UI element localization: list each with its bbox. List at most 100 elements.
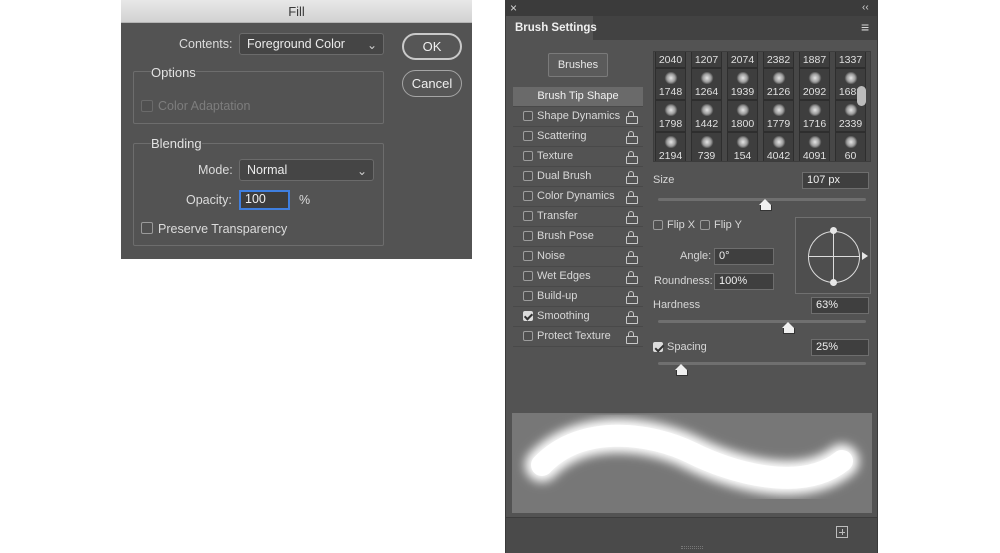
dialog-title: Fill	[121, 0, 472, 23]
brush-tip-cell[interactable]: 2074	[727, 52, 758, 68]
spacing-checkbox[interactable]	[653, 342, 663, 352]
lock-icon[interactable]	[626, 251, 638, 264]
brushes-button[interactable]: Brushes	[548, 53, 608, 77]
tab-brush-settings[interactable]: Brush Settings	[506, 16, 597, 40]
roundness-handle-bottom[interactable]	[830, 279, 837, 286]
cancel-button[interactable]: Cancel	[402, 70, 462, 97]
side-item[interactable]: Brush Pose	[513, 227, 643, 247]
angle-arrow-icon[interactable]	[862, 252, 868, 260]
side-item[interactable]: Dual Brush	[513, 167, 643, 187]
brush-tip-cell[interactable]: 1800	[727, 100, 758, 132]
lock-icon[interactable]	[626, 151, 638, 164]
angle-roundness-widget[interactable]	[795, 217, 871, 294]
brush-tip-cell[interactable]: 2040	[655, 52, 686, 68]
side-item-checkbox[interactable]	[523, 171, 533, 181]
side-item[interactable]: Build-up	[513, 287, 643, 307]
side-item[interactable]: Scattering	[513, 127, 643, 147]
lock-icon[interactable]	[626, 171, 638, 184]
angle-label: Angle:	[680, 250, 712, 262]
mode-dropdown[interactable]: Normal ⌄	[239, 159, 374, 181]
flip-y-checkbox[interactable]	[700, 220, 710, 230]
size-input[interactable]: 107 px	[802, 172, 869, 189]
tip-grid-scrollbar[interactable]	[857, 86, 866, 106]
side-item-checkbox[interactable]	[523, 211, 533, 221]
side-item-checkbox[interactable]	[523, 111, 533, 121]
brush-tip-cell[interactable]: 1779	[763, 100, 794, 132]
roundness-handle-top[interactable]	[830, 227, 837, 234]
side-item-checkbox[interactable]	[523, 231, 533, 241]
side-item-checkbox[interactable]	[523, 151, 533, 161]
color-adaptation-checkbox[interactable]	[141, 100, 153, 112]
lock-icon[interactable]	[626, 271, 638, 284]
side-item-checkbox[interactable]	[523, 271, 533, 281]
brush-tip-thumbnail	[772, 51, 786, 52]
brush-tip-cell[interactable]: 4091	[799, 132, 830, 161]
side-item-checkbox[interactable]	[523, 311, 533, 321]
spacing-input[interactable]: 25%	[811, 339, 869, 356]
new-brush-preset-icon[interactable]	[836, 526, 848, 538]
opacity-input[interactable]: 100	[239, 190, 290, 210]
hardness-slider-knob[interactable]	[782, 322, 795, 334]
side-item-brush-tip-shape[interactable]: Brush Tip Shape	[513, 87, 643, 107]
close-icon[interactable]: ×	[510, 2, 517, 14]
resize-grip[interactable]	[681, 546, 703, 549]
hardness-label: Hardness	[653, 299, 701, 311]
roundness-input[interactable]: 100%	[714, 273, 774, 290]
brush-tip-cell[interactable]: 1748	[655, 68, 686, 100]
side-item[interactable]: Smoothing	[513, 307, 643, 327]
lock-icon[interactable]	[626, 211, 638, 224]
lock-icon[interactable]	[626, 131, 638, 144]
angle-axis-horizontal	[808, 256, 860, 257]
brush-tip-cell[interactable]: 1207	[691, 51, 722, 68]
side-item[interactable]: Transfer	[513, 207, 643, 227]
brush-tip-cell[interactable]: 60	[835, 132, 866, 161]
side-item-checkbox[interactable]	[523, 291, 533, 301]
side-item-checkbox[interactable]	[523, 191, 533, 201]
brush-tip-cell[interactable]: 4042	[763, 132, 794, 161]
hardness-input[interactable]: 63%	[811, 297, 869, 314]
brush-tip-cell[interactable]: 1716	[799, 100, 830, 132]
side-item[interactable]: Noise	[513, 247, 643, 267]
angle-axis-vertical	[833, 231, 834, 283]
side-item[interactable]: Shape Dynamics	[513, 107, 643, 127]
roundness-label: Roundness:	[654, 275, 713, 287]
panel-menu-icon[interactable]: ≡	[861, 20, 869, 34]
brush-tip-cell[interactable]: 739	[691, 132, 722, 161]
hardness-slider-track[interactable]	[658, 320, 866, 323]
size-slider-knob[interactable]	[759, 199, 772, 211]
side-item[interactable]: Color Dynamics	[513, 187, 643, 207]
brush-tip-cell[interactable]: 1798	[655, 100, 686, 132]
brush-tip-cell[interactable]: 154	[727, 132, 758, 161]
side-item[interactable]: Wet Edges	[513, 267, 643, 287]
lock-icon[interactable]	[626, 291, 638, 304]
brush-tip-cell[interactable]: 2092	[799, 68, 830, 100]
ok-button[interactable]: OK	[402, 33, 462, 60]
brush-tip-cell[interactable]: 1264	[691, 68, 722, 100]
brush-tip-cell[interactable]: 1887	[799, 52, 830, 68]
flip-x-checkbox[interactable]	[653, 220, 663, 230]
lock-icon[interactable]	[626, 231, 638, 244]
brush-tip-cell[interactable]: 1939	[727, 68, 758, 100]
brush-tip-cell[interactable]: 1442	[691, 100, 722, 132]
contents-dropdown[interactable]: Foreground Color ⌄	[239, 33, 384, 55]
brush-tip-cell[interactable]: 2382	[763, 51, 794, 68]
spacing-slider-track[interactable]	[658, 362, 866, 365]
lock-icon[interactable]	[626, 311, 638, 324]
brush-tip-cell[interactable]: 1337	[835, 52, 866, 68]
brush-tip-cell[interactable]: 2194	[655, 132, 686, 161]
lock-icon[interactable]	[626, 111, 638, 124]
side-item-checkbox[interactable]	[523, 131, 533, 141]
side-item[interactable]: Texture	[513, 147, 643, 167]
angle-input[interactable]: 0°	[714, 248, 774, 265]
lock-icon[interactable]	[626, 191, 638, 204]
spacing-slider-knob[interactable]	[675, 364, 688, 376]
side-item-checkbox[interactable]	[523, 251, 533, 261]
lock-icon[interactable]	[626, 331, 638, 344]
preserve-transparency-checkbox[interactable]	[141, 222, 153, 234]
brush-tip-cell[interactable]: 2126	[763, 68, 794, 100]
side-item[interactable]: Protect Texture	[513, 327, 643, 347]
flip-x-label: Flip X	[667, 219, 696, 231]
brush-tip-thumbnail	[700, 51, 714, 52]
side-item-checkbox[interactable]	[523, 331, 533, 341]
collapse-icon[interactable]: ‹‹	[862, 2, 869, 14]
